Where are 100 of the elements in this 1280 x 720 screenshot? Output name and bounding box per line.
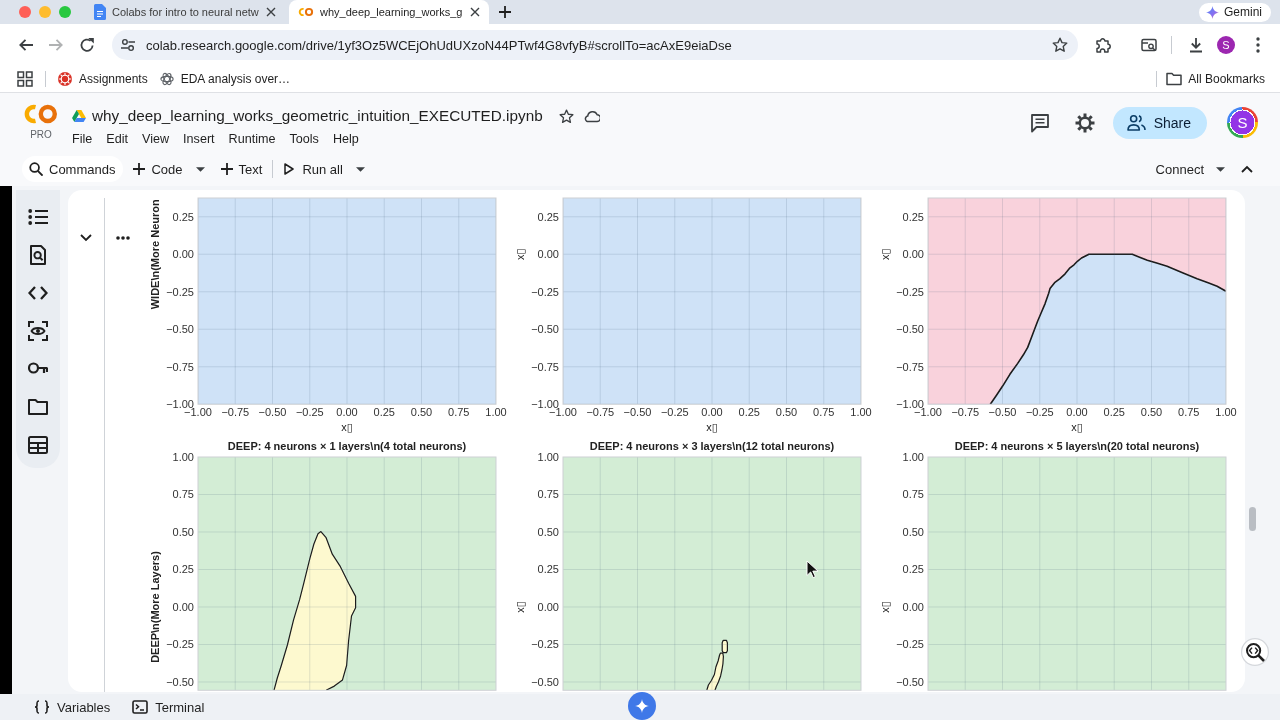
folder-icon[interactable] <box>28 397 48 417</box>
menu-item[interactable]: Insert <box>176 131 222 147</box>
reload-icon[interactable] <box>79 37 95 53</box>
sparkle-icon[interactable] <box>628 692 656 720</box>
tick-label: 0.00 <box>902 248 924 261</box>
share-button[interactable]: Share <box>1112 106 1207 139</box>
run-all-button[interactable]: Run all <box>284 157 343 181</box>
tick-label: −0.50 <box>531 676 559 689</box>
plus-icon[interactable] <box>499 6 511 18</box>
tab-search-icon[interactable] <box>1141 37 1157 53</box>
plus-icon <box>133 163 146 175</box>
puzzle-icon[interactable] <box>1095 37 1111 53</box>
play-icon <box>284 163 295 175</box>
notebook-title[interactable]: why_deep_learning_works_geometric_intuition_EXECUTED.ipynb <box>92 107 543 125</box>
add-text-button[interactable]: Text <box>220 157 263 181</box>
bookmark[interactable]: Assignments <box>58 72 148 86</box>
code-search-icon[interactable] <box>1241 638 1269 666</box>
table-icon[interactable] <box>28 435 48 455</box>
tick-label: 0.75 <box>537 488 559 501</box>
sliders-icon[interactable] <box>121 38 135 52</box>
menu-item[interactable]: Runtime <box>221 131 283 147</box>
tick-label: −0.25 <box>896 285 924 298</box>
axis-label: x▯ <box>514 601 526 613</box>
tick-label: 0.75 <box>1178 406 1200 419</box>
address-field[interactable]: colab.research.google.com/drive/1yf3Oz5WCEjOhUdUXzoN44PTwf4G8vfyB#scrollTo=acAxE9eiaDse <box>112 30 1078 60</box>
menu-item[interactable]: View <box>135 131 177 147</box>
tick-label: 0.25 <box>1103 406 1125 419</box>
connect-button[interactable]: Connect <box>1155 157 1204 181</box>
tick-label: 1.00 <box>1215 406 1237 419</box>
bookmark[interactable]: EDA analysis over… <box>159 72 291 86</box>
tick-label: 0.50 <box>1140 406 1163 419</box>
browser-tab[interactable]: Colabs for intro to neural netw <box>85 0 285 24</box>
caret-icon[interactable] <box>195 166 205 172</box>
tick-label: 0.00 <box>336 406 358 419</box>
tick-label: −0.50 <box>623 406 652 419</box>
menu-item[interactable]: File <box>65 131 100 147</box>
star-icon[interactable] <box>1052 37 1068 53</box>
menu-item[interactable]: Edit <box>99 131 135 147</box>
chevron-down-icon[interactable] <box>80 234 92 242</box>
tick-label: −0.25 <box>531 285 559 298</box>
chevron-up-icon[interactable] <box>1241 165 1253 173</box>
kebab-menu-icon[interactable] <box>1256 37 1260 53</box>
caret-icon[interactable] <box>355 166 365 172</box>
tick-label: −0.75 <box>166 360 194 373</box>
browser-tab[interactable]: why_deep_learning_works_g <box>289 0 489 24</box>
assistant-button[interactable]: Gemini <box>1199 2 1271 22</box>
menu-item[interactable]: Help <box>325 131 366 147</box>
eye-icon[interactable] <box>28 321 48 341</box>
caret-icon[interactable] <box>1216 166 1225 172</box>
tick-label: 0.25 <box>902 563 924 576</box>
tick-label: −0.75 <box>586 406 615 419</box>
row-label: DEEP\n(More Layers) <box>149 551 161 664</box>
logo-icon[interactable] <box>23 103 59 125</box>
tick-label: 0.50 <box>775 406 798 419</box>
profile-avatar[interactable]: S <box>1217 36 1235 54</box>
tick-label: 1.00 <box>172 451 194 464</box>
axis-label: x▯ <box>1071 421 1083 434</box>
all-bookmarks-button[interactable]: All Bookmarks <box>1166 71 1265 87</box>
back-arrow-icon[interactable] <box>18 37 34 53</box>
comment-icon[interactable] <box>1029 112 1050 133</box>
tick-label: 1.00 <box>850 406 872 419</box>
chart-title: DEEP: 4 neurons × 1 layers\n(4 total neurons) <box>227 440 467 453</box>
document-search-icon[interactable] <box>28 245 48 265</box>
more-icon[interactable] <box>115 236 130 240</box>
tick-label: −0.75 <box>896 360 924 373</box>
sparkle-icon <box>1206 5 1219 19</box>
tick-label: −0.50 <box>531 323 559 336</box>
axis-label: x▯ <box>879 248 891 261</box>
menu-item[interactable]: Tools <box>282 131 326 147</box>
close-icon[interactable] <box>470 7 480 17</box>
scrollbar-thumb[interactable] <box>1249 507 1256 531</box>
account-avatar[interactable]: S <box>1227 107 1258 138</box>
triangle-icon[interactable] <box>72 110 86 122</box>
tick-label: 0.75 <box>448 406 470 419</box>
folder-icon <box>1166 71 1183 87</box>
terminal-button[interactable]: Terminal <box>132 699 205 715</box>
add-code-button[interactable]: Code <box>133 157 183 181</box>
list-icon[interactable] <box>28 207 48 227</box>
tick-label: −0.50 <box>258 406 287 419</box>
apps-grid-icon[interactable] <box>17 71 33 87</box>
star-icon[interactable] <box>558 108 574 124</box>
mouse-pointer-icon <box>806 560 818 578</box>
cloud-icon[interactable] <box>583 108 600 124</box>
url-text: colab.research.google.com/drive/1yf3Oz5WCEjOhUdUXzoN44PTwf4G8vfyB#scrollTo=acAxE9eiaDse <box>146 37 732 53</box>
tick-label: 0.50 <box>902 526 924 539</box>
plan-label: PRO <box>30 129 52 140</box>
settings-icon[interactable] <box>1074 112 1095 133</box>
commands-button[interactable]: Commands <box>22 156 124 182</box>
people-icon <box>1126 114 1146 131</box>
close-icon[interactable] <box>266 7 276 17</box>
tick-label: 0.75 <box>813 406 835 419</box>
tick-label: 0.25 <box>537 210 559 223</box>
variables-button[interactable]: Variables <box>34 699 111 715</box>
tick-label: 1.00 <box>537 451 559 464</box>
row-label: WIDE\n(More Neuron <box>149 199 161 310</box>
download-icon[interactable] <box>1188 37 1204 53</box>
tick-label: 0.00 <box>537 248 559 261</box>
tick-label: −0.75 <box>221 406 250 419</box>
axis-label: x▯ <box>879 601 891 613</box>
tick-label: −0.25 <box>295 406 324 419</box>
